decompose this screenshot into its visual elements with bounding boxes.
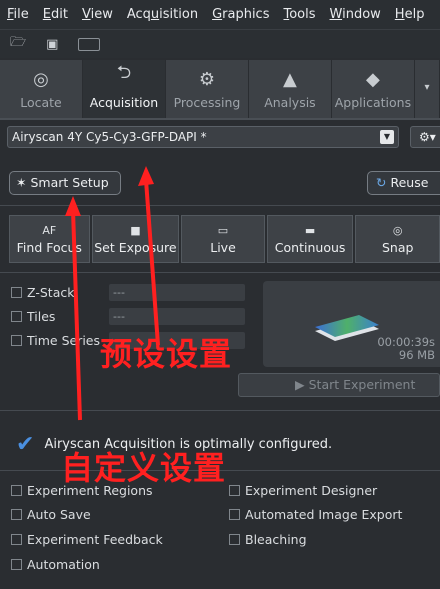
arrow-custom: [71, 209, 82, 421]
arrow-head-custom: [65, 196, 81, 216]
annotation-preset: 预设设置: [100, 335, 233, 373]
annotation-arrows: [65, 166, 160, 421]
arrow-head-preset: [138, 166, 154, 186]
annotation-custom: 自定义设置: [61, 449, 227, 487]
arrow-preset: [144, 179, 160, 346]
